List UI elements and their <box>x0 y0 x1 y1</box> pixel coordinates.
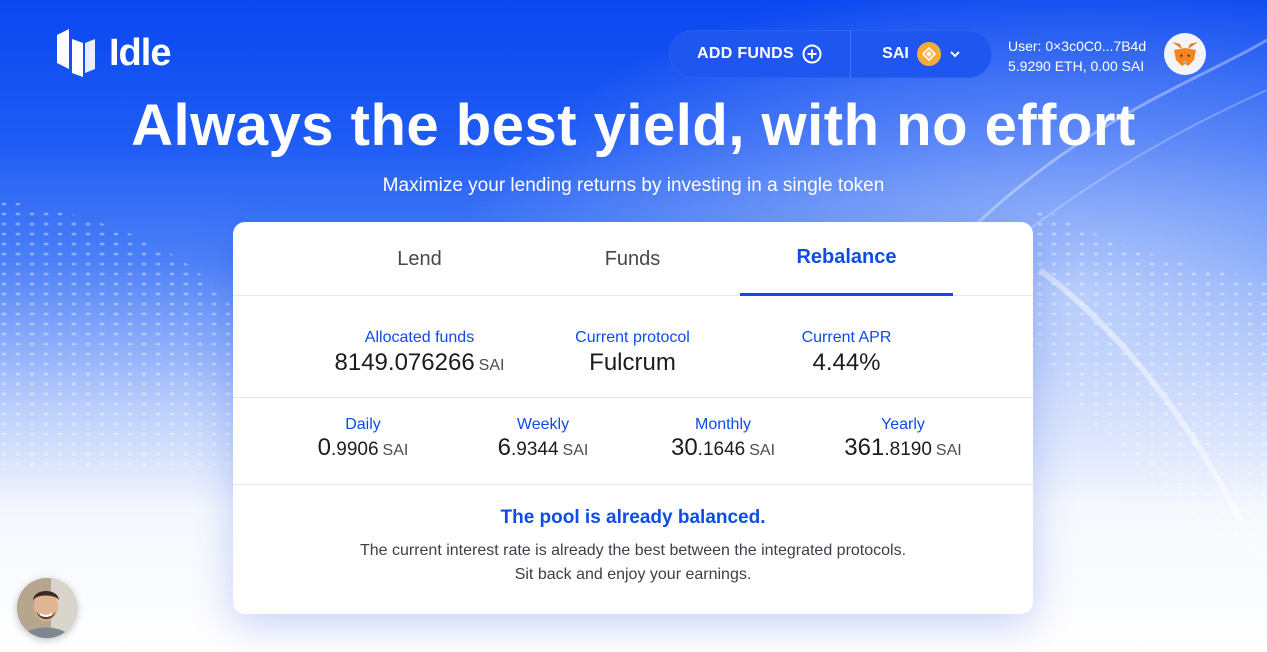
daily-int: 0 <box>317 434 331 461</box>
token-label: SAI <box>882 45 909 62</box>
protocol-label: Current protocol <box>575 329 690 346</box>
weekly-unit: SAI <box>562 442 589 459</box>
user-balance: 5.9290 ETH, 0.00 SAI <box>1008 58 1145 74</box>
earnings-daily: Daily 0.9906 SAI <box>273 416 453 462</box>
support-person-icon <box>17 578 77 638</box>
balanced-message: The pool is already balanced. The curren… <box>233 507 1033 587</box>
yearly-dec: .8190 <box>884 439 932 460</box>
sai-token-icon <box>916 42 941 66</box>
allocated-value: 8149.076266 <box>334 349 475 376</box>
earnings-yearly: Yearly 361.8190 SAI <box>813 416 993 462</box>
add-funds-button[interactable]: ADD FUNDS <box>669 30 851 78</box>
yearly-label: Yearly <box>881 416 925 433</box>
hero-title: Always the best yield, with no effort <box>131 93 1136 158</box>
hero-subtitle: Maximize your lending returns by investi… <box>382 175 885 196</box>
idle-logo-icon <box>57 29 95 77</box>
idle-logo[interactable]: Idle <box>57 29 171 77</box>
daily-dec: .9906 <box>331 439 379 460</box>
monthly-label: Monthly <box>694 416 752 433</box>
brand-name: Idle <box>109 31 171 74</box>
yearly-int: 361 <box>844 434 885 461</box>
allocated-funds: Allocated funds 8149.076266 SAI <box>313 329 526 377</box>
monthly-dec: .1646 <box>697 439 746 460</box>
apr-value: 4.44% <box>812 349 881 376</box>
weekly-int: 6 <box>497 434 511 461</box>
weekly-label: Weekly <box>516 416 570 433</box>
weekly-dec: .9344 <box>511 439 559 460</box>
user-info: User: 0×3c0C0...7B4d 5.9290 ETH, 0.00 SA… <box>1008 36 1146 76</box>
earnings-monthly: Monthly 30.1646 SAI <box>633 416 813 462</box>
allocated-label: Allocated funds <box>364 329 475 346</box>
allocated-unit: SAI <box>478 357 505 374</box>
earnings-weekly: Weekly 6.9344 SAI <box>453 416 633 462</box>
apr-label: Current APR <box>801 329 892 346</box>
token-selector[interactable]: SAI <box>851 30 992 78</box>
daily-label: Daily <box>345 416 381 433</box>
metamask-fox-icon[interactable] <box>1164 33 1206 75</box>
message-line-2: Sit back and enjoy your earnings. <box>514 566 752 583</box>
header-actions: ADD FUNDS SAI <box>669 30 992 78</box>
message-line-1: The current interest rate is already the… <box>359 542 907 559</box>
tab-rebalance[interactable]: Rebalance <box>740 222 953 296</box>
yearly-unit: SAI <box>935 442 962 459</box>
rebalance-card: Lend Funds Rebalance Allocated funds 814… <box>233 222 1033 614</box>
support-chat-avatar[interactable] <box>17 578 77 638</box>
tab-lend[interactable]: Lend <box>313 222 526 296</box>
summary-row: Allocated funds 8149.076266 SAI Current p… <box>233 297 1033 398</box>
current-apr: Current APR 4.44% <box>740 329 953 377</box>
user-address: User: 0×3c0C0...7B4d <box>1008 38 1147 54</box>
plus-circle-icon <box>802 44 822 64</box>
tab-funds[interactable]: Funds <box>526 222 739 296</box>
chevron-down-icon <box>950 51 960 58</box>
protocol-value: Fulcrum <box>589 349 676 376</box>
add-funds-label: ADD FUNDS <box>697 45 794 62</box>
daily-unit: SAI <box>382 442 409 459</box>
monthly-unit: SAI <box>749 442 776 459</box>
current-protocol: Current protocol Fulcrum <box>526 329 739 377</box>
message-title: The pool is already balanced. <box>500 507 766 528</box>
earnings-row: Daily 0.9906 SAI Weekly 6.9344 SAI Monthly… <box>233 398 1033 485</box>
monthly-int: 30 <box>670 434 698 461</box>
tab-bar: Lend Funds Rebalance <box>233 222 1033 296</box>
